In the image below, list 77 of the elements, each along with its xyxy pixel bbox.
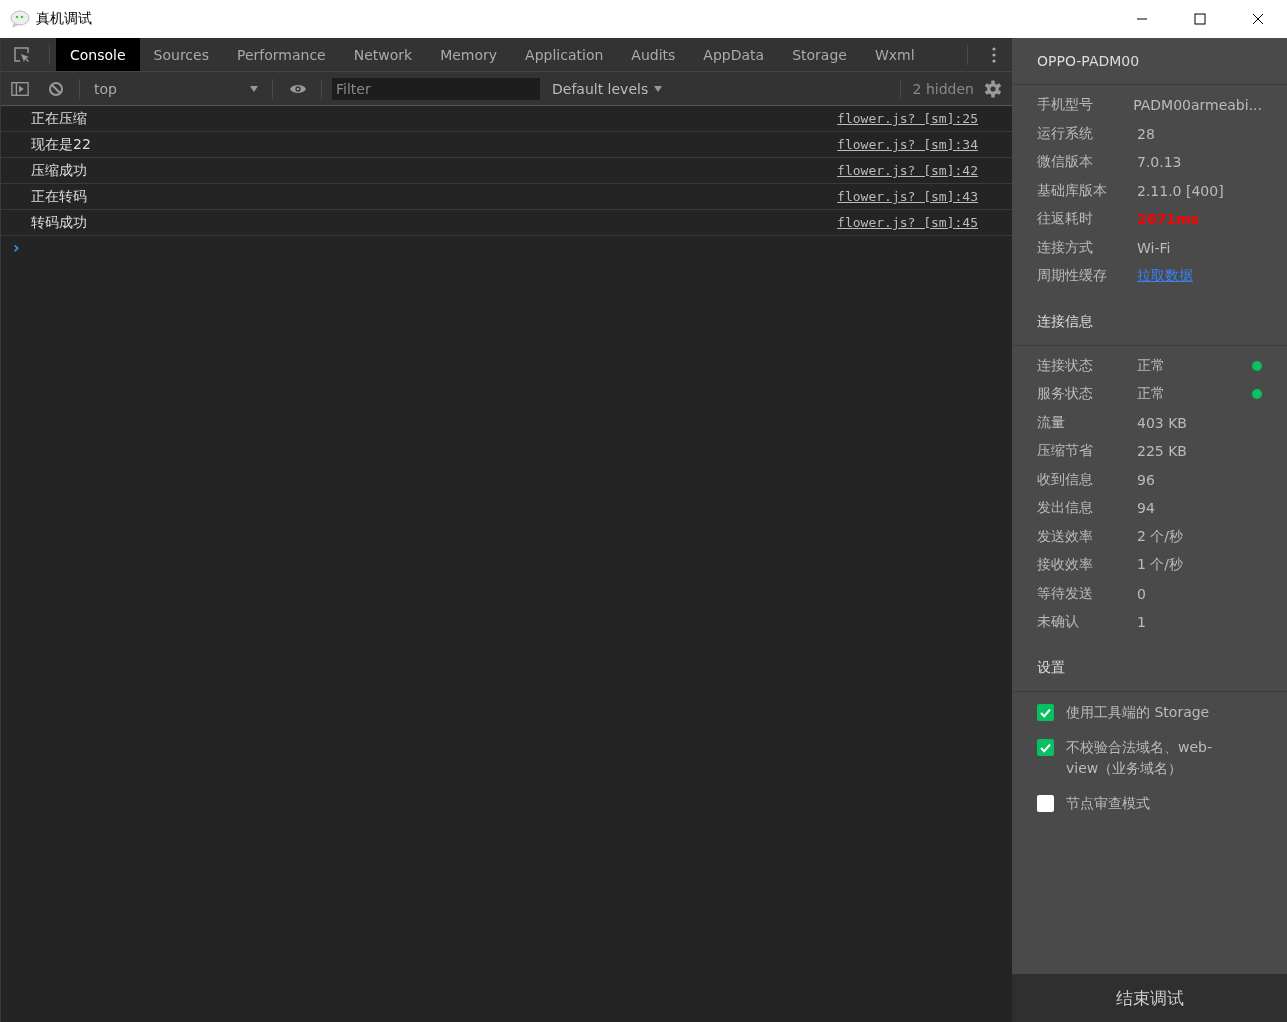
info-label: 运行系统: [1037, 124, 1094, 143]
caret-icon: [250, 85, 258, 92]
info-value: 1 个/秒: [1137, 556, 1185, 575]
devtools-tab[interactable]: Audits: [617, 38, 690, 71]
console-message: 正在压缩: [31, 109, 87, 128]
info-value: 正常: [1137, 385, 1166, 404]
info-label: 往返耗时: [1037, 210, 1094, 229]
info-value: 403 KB: [1137, 414, 1188, 431]
info-label: 基础库版本: [1037, 181, 1108, 200]
info-label: 连接状态: [1037, 356, 1094, 375]
checkbox[interactable]: [1037, 794, 1054, 812]
info-label: 发出信息: [1037, 499, 1094, 518]
devtools-tab[interactable]: Memory: [426, 38, 512, 71]
devtools-tab[interactable]: Performance: [222, 38, 340, 71]
clear-console-icon[interactable]: [47, 80, 65, 97]
console-message: 压缩成功: [31, 161, 87, 180]
info-label: 未确认: [1037, 613, 1080, 632]
devtools-tab[interactable]: AppData: [689, 38, 779, 71]
option-label: 节点审查模式: [1066, 793, 1151, 813]
devtools-tab[interactable]: Sources: [139, 38, 223, 71]
info-value: 0: [1137, 585, 1147, 602]
info-label: 服务状态: [1037, 385, 1094, 404]
checkbox[interactable]: [1037, 738, 1054, 756]
source-link[interactable]: flower.js? [sm]:42: [837, 163, 978, 178]
info-value: 2 个/秒: [1137, 527, 1185, 546]
option-label: 不校验合法域名、web-view（业务域名）: [1066, 737, 1213, 778]
hidden-count: 2 hidden: [912, 80, 974, 97]
info-value: 1: [1137, 614, 1147, 631]
levels-dropdown[interactable]: Default levels: [552, 76, 663, 101]
more-icon[interactable]: [992, 46, 996, 63]
devtools-tab[interactable]: Storage: [778, 38, 861, 71]
info-value: Wi-Fi: [1137, 239, 1172, 256]
device-name: OPPO-PADM00: [1037, 53, 1140, 69]
info-label: 收到信息: [1037, 470, 1094, 489]
option-label: 使用工具端的 Storage: [1066, 702, 1211, 722]
info-label: 流量: [1037, 413, 1066, 432]
section-title: 连接信息: [1037, 312, 1093, 331]
info-value: PADM00armeabi...: [1133, 97, 1262, 114]
console-message: 正在转码: [31, 187, 87, 206]
info-label: 手机型号: [1037, 96, 1094, 115]
console-message: 现在是22: [31, 135, 91, 154]
devtools-tab[interactable]: Wxml: [860, 38, 929, 71]
info-value: 7.0.13: [1137, 154, 1183, 171]
info-value: 正常: [1137, 356, 1166, 375]
info-label: 发送效率: [1037, 527, 1094, 546]
info-label: 接收效率: [1037, 556, 1094, 575]
chat-bubble-icon: [10, 10, 30, 28]
info-value: 94: [1137, 500, 1156, 517]
devtools-tab[interactable]: Network: [339, 38, 427, 71]
end-debug-button[interactable]: 结束调试: [1012, 974, 1287, 1022]
console-message: 转码成功: [31, 213, 87, 232]
checkbox[interactable]: [1037, 703, 1054, 721]
window-title: 真机调试: [36, 10, 92, 28]
source-link[interactable]: flower.js? [sm]:25: [837, 111, 978, 126]
info-label: 微信版本: [1037, 153, 1094, 172]
settings-icon[interactable]: [984, 79, 1002, 98]
info-value: 2.11.0 [400]: [1137, 182, 1225, 199]
section-title: 设置: [1037, 658, 1065, 677]
devtools-tab[interactable]: Application: [511, 38, 618, 71]
info-label: 连接方式: [1037, 238, 1094, 257]
info-value: 96: [1137, 471, 1156, 488]
info-value: 225 KB: [1137, 443, 1188, 460]
info-label: 压缩节省: [1037, 442, 1094, 461]
console-prompt[interactable]: ›: [13, 238, 20, 257]
caret-icon: [654, 85, 663, 92]
source-link[interactable]: flower.js? [sm]:43: [837, 189, 978, 204]
context-dropdown[interactable]: top: [86, 76, 266, 101]
info-label: 周期性缓存: [1037, 267, 1108, 286]
info-label: 等待发送: [1037, 584, 1094, 603]
info-value: 28: [1137, 125, 1156, 142]
element-picker-icon[interactable]: [13, 45, 31, 64]
info-value: 2671ms: [1137, 211, 1200, 228]
devtools-tab[interactable]: Console: [56, 38, 140, 71]
source-link[interactable]: flower.js? [sm]:45: [837, 215, 978, 230]
filter-field[interactable]: Filter: [332, 77, 540, 100]
source-link[interactable]: flower.js? [sm]:34: [837, 137, 978, 152]
sidebar-toggle-icon[interactable]: [11, 80, 29, 97]
